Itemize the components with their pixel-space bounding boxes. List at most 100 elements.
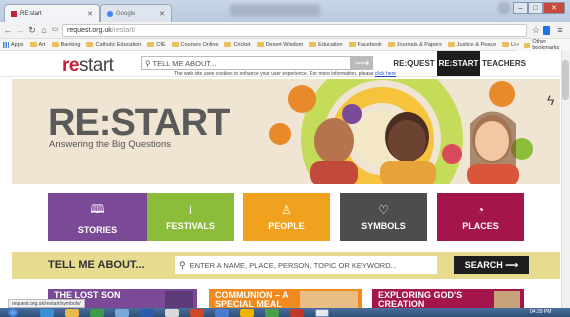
cookie-notice: The web site uses cookies to enhance you… xyxy=(173,71,397,77)
bookmark-apps[interactable]: Apps xyxy=(3,41,24,48)
folder-icon xyxy=(502,42,510,47)
bookmark-folder[interactable]: Cricket xyxy=(224,42,251,48)
category-stories[interactable]: 🕮 STORIES xyxy=(48,193,147,241)
taskbar-app-icon[interactable] xyxy=(215,309,229,317)
category-label: PLACES xyxy=(462,221,499,231)
folder-icon xyxy=(51,42,59,47)
folder-icon xyxy=(171,42,179,47)
page-icon: ▭ xyxy=(51,26,59,33)
book-icon: 🕮 xyxy=(90,201,105,216)
hero-subtitle: Answering the Big Questions xyxy=(49,139,171,150)
url-host: request.org.uk xyxy=(67,27,112,34)
category-people[interactable]: ♙ PEOPLE xyxy=(243,193,330,241)
taskbar-app-icon[interactable] xyxy=(90,309,104,317)
close-window-button[interactable]: ✕ xyxy=(543,2,565,14)
tab-restart[interactable]: RE:start ✕ xyxy=(4,4,100,22)
category-label: SYMBOLS xyxy=(361,221,406,231)
cookie-link[interactable]: click here xyxy=(375,71,396,77)
card-thumbnail xyxy=(300,291,358,309)
category-label: FESTIVALS xyxy=(166,221,215,231)
taskbar-word-icon[interactable] xyxy=(140,309,154,317)
other-bookmarks[interactable]: » Other bookmarks xyxy=(516,39,570,51)
taskbar-app-icon[interactable] xyxy=(115,309,129,317)
menu-icon[interactable]: ≡ xyxy=(555,24,565,36)
category-symbols[interactable]: ♡ SYMBOLS xyxy=(340,193,427,241)
apps-grid-icon xyxy=(3,41,9,48)
site-search-input[interactable]: ⚲ TELL ME ABOUT... xyxy=(141,56,351,70)
taskbar-app-icon[interactable] xyxy=(165,309,179,317)
favicon-icon xyxy=(107,10,113,17)
taskbar-app-icon[interactable] xyxy=(265,309,279,317)
person-icon: ♙ xyxy=(281,203,292,217)
bookmark-folder[interactable]: Art xyxy=(29,42,46,48)
bookmarks-overflow-chevron[interactable]: » xyxy=(516,42,519,48)
search-button[interactable]: SEARCH ⟶ xyxy=(454,256,529,274)
folder-icon xyxy=(348,42,356,47)
close-tab-icon[interactable]: ✕ xyxy=(87,10,93,18)
favicon-icon xyxy=(11,10,17,17)
taskbar-explorer-icon[interactable] xyxy=(65,309,79,317)
bookmarks-bar: Apps Art Banking Catholic Education CfE … xyxy=(0,39,570,51)
bookmark-folder[interactable]: Education xyxy=(309,42,343,48)
blurred-window-title xyxy=(230,4,320,16)
lightning-icon: ϟ xyxy=(547,92,555,108)
bookmark-folder[interactable]: Banking xyxy=(51,42,80,48)
heart-icon: ♡ xyxy=(378,203,389,217)
taskbar-powerpoint-icon[interactable] xyxy=(190,309,204,317)
folder-icon xyxy=(524,42,531,48)
bookmark-folder[interactable]: Journals & Papers xyxy=(387,42,442,48)
search-icon: ⚲ xyxy=(179,259,186,270)
star-icon[interactable]: ☆ xyxy=(531,24,541,36)
tab-title: RE:start xyxy=(20,10,42,17)
taskbar-ie-icon[interactable] xyxy=(40,309,54,317)
bookmark-folder[interactable]: Facebook xyxy=(348,42,382,48)
bookmark-folder[interactable]: Catholic Education xyxy=(86,42,141,48)
folder-icon xyxy=(224,42,232,47)
status-bar: request.org.uk/restart/symbols/ xyxy=(8,299,85,308)
bookmark-folder[interactable]: CfE xyxy=(147,42,166,48)
minimize-button[interactable]: – xyxy=(513,2,528,14)
tab-title: Google xyxy=(116,10,136,17)
taskbar-app-icon[interactable] xyxy=(240,309,254,317)
back-arrow-icon[interactable]: ← xyxy=(3,24,13,36)
category-festivals[interactable]: i FESTIVALS xyxy=(147,193,234,241)
category-places[interactable]: ◔ PLACES xyxy=(437,193,524,241)
category-label: PEOPLE xyxy=(268,221,305,231)
extension-icon[interactable] xyxy=(543,26,550,35)
hero-title: RE:START xyxy=(48,102,230,144)
folder-icon xyxy=(447,42,455,47)
other-bookmarks-label: Other bookmarks xyxy=(532,39,560,51)
folder-icon xyxy=(256,42,264,47)
blurred-user-badge xyxy=(498,2,510,14)
card-title: COMMUNION – A SPECIAL MEAL xyxy=(215,290,289,309)
taskbar-clock: 04:29 PM xyxy=(530,309,552,315)
tab-google[interactable]: Google ✕ xyxy=(100,4,172,22)
forward-arrow-icon[interactable]: → xyxy=(15,24,25,36)
keyword-search-input[interactable]: ⚲ ENTER A NAME, PLACE, PERSON, TOPIC OR … xyxy=(175,256,437,274)
address-bar[interactable]: request.org.uk/restart/ xyxy=(62,24,527,37)
folder-icon xyxy=(29,42,37,47)
tell-me-label: TELL ME ABOUT... xyxy=(48,259,145,271)
folder-icon xyxy=(309,42,317,47)
card-thumbnail xyxy=(165,291,193,309)
reload-icon[interactable]: ↻ xyxy=(27,24,37,36)
bookmark-folder[interactable]: Courses Online xyxy=(171,42,218,48)
compass-icon: ◔ xyxy=(476,203,485,217)
site-search-placeholder: TELL ME ABOUT... xyxy=(152,58,217,68)
home-icon[interactable]: ⌂ xyxy=(39,24,49,36)
start-button[interactable] xyxy=(8,308,18,317)
site-search-button[interactable]: ⟶ xyxy=(351,56,373,70)
scrollbar-thumb[interactable] xyxy=(562,60,569,100)
info-icon: i xyxy=(189,203,192,217)
card-thumbnail xyxy=(494,291,520,309)
taskbar-app-icon[interactable] xyxy=(290,309,304,317)
category-label: STORIES xyxy=(77,224,118,235)
folder-icon xyxy=(387,42,395,47)
taskbar-chrome-icon[interactable] xyxy=(315,309,329,317)
url-path: /restart/ xyxy=(111,27,136,34)
maximize-button[interactable]: □ xyxy=(528,2,543,14)
close-tab-icon[interactable]: ✕ xyxy=(159,10,165,18)
bookmark-folder[interactable]: Justice & Peace xyxy=(447,42,496,48)
bookmark-folder[interactable]: Desert Wisdom xyxy=(256,42,303,48)
search-icon: ⚲ xyxy=(145,58,151,68)
